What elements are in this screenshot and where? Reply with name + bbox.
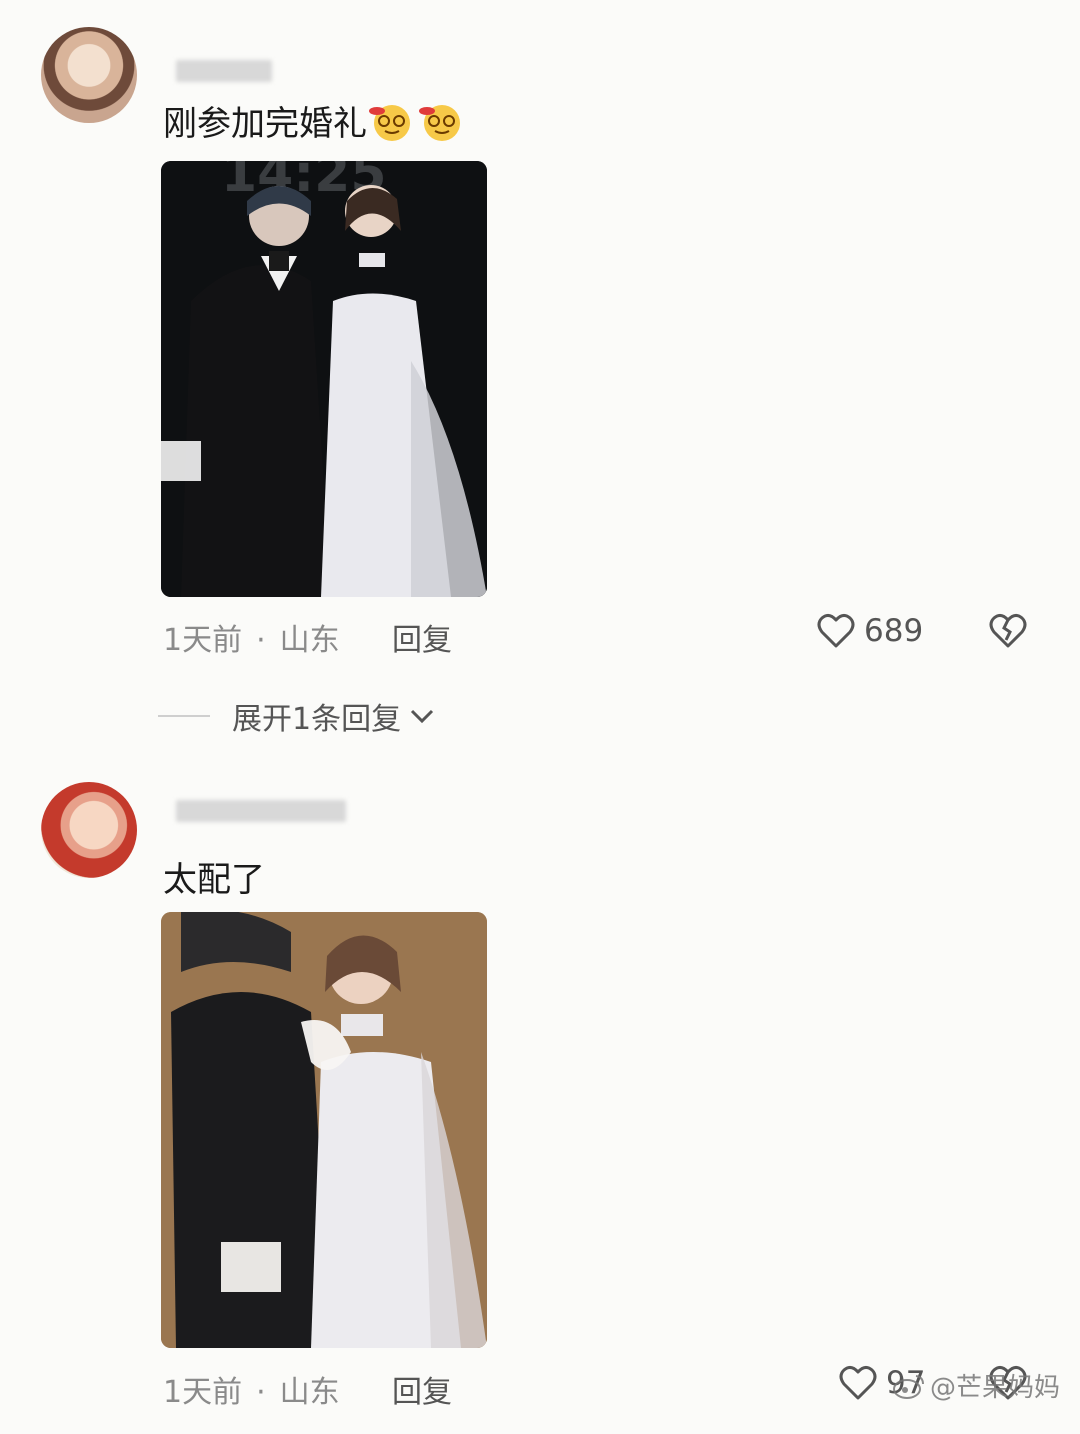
comment-meta: 1天前 · 山东 <box>163 615 340 659</box>
watermark-text: @芒果妈妈 <box>930 1373 1061 1403</box>
like-button[interactable]: 689 <box>816 612 923 650</box>
comment-location: 山东 <box>279 1375 340 1410</box>
avatar[interactable] <box>41 782 137 878</box>
comment-location: 山东 <box>279 623 340 658</box>
comment-body: 刚参加完婚礼 <box>163 104 367 144</box>
chevron-down-icon <box>411 709 434 724</box>
comment-time: 1天前 <box>163 1375 243 1410</box>
comment-text: 太配了 <box>163 852 265 901</box>
comment-photo[interactable] <box>161 912 487 1348</box>
comment-meta: 1天前 · 山东 <box>163 1367 340 1411</box>
expand-replies-label: 展开1条回复 <box>232 702 402 737</box>
weibo-logo-icon <box>893 1374 924 1399</box>
reply-button[interactable]: 回复 <box>392 1367 452 1411</box>
comment-body: 太配了 <box>163 860 265 900</box>
username-blurred[interactable] <box>176 800 346 822</box>
dizzy-drunk-emoji-icon <box>369 105 410 141</box>
username-blurred[interactable] <box>176 60 272 82</box>
watermark: @芒果妈妈 <box>892 1367 1060 1404</box>
dizzy-drunk-emoji-icon <box>419 105 460 141</box>
comment-text: 刚参加完婚礼 <box>163 96 467 145</box>
broken-heart-icon <box>989 613 1027 648</box>
like-count: 689 <box>864 613 924 649</box>
divider-line <box>158 715 210 717</box>
comment-time: 1天前 <box>163 623 243 658</box>
wedding-photo-dark: 14:25 <box>161 161 487 597</box>
expand-replies-button[interactable]: 展开1条回复 <box>158 694 437 738</box>
avatar[interactable] <box>41 27 137 123</box>
heart-icon <box>839 1365 877 1400</box>
dislike-button[interactable] <box>988 612 1028 654</box>
wedding-photo-warm <box>161 912 487 1348</box>
heart-icon <box>817 613 855 648</box>
comment-1: 刚参加完婚礼 14:25 1天前 · 山东 回复 689 展开1条回复 <box>0 0 1080 760</box>
separator-dot: · <box>256 623 266 658</box>
separator-dot: · <box>256 1375 266 1410</box>
reply-button[interactable]: 回复 <box>392 615 452 659</box>
comment-photo[interactable]: 14:25 <box>161 161 487 597</box>
